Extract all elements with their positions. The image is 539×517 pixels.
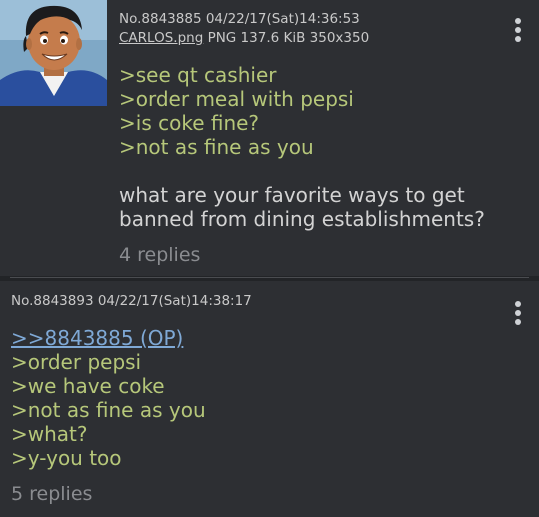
greentext-line: >not as fine as you — [11, 398, 206, 422]
post-header: No.8843885 04/22/17(Sat)14:36:53 — [119, 10, 360, 28]
post-datetime: 04/22/17(Sat)14:36:53 — [205, 11, 360, 27]
replies-count[interactable]: 5 replies — [11, 483, 92, 505]
greentext-line: >y-you too — [11, 446, 122, 470]
cartoon-avatar-image — [0, 0, 107, 106]
greentext-line: >we have coke — [11, 374, 165, 398]
overflow-menu-icon[interactable] — [510, 301, 526, 327]
post-comment: >>8843885 (OP) >order pepsi >we have cok… — [11, 326, 511, 470]
post-thumbnail[interactable] — [0, 0, 107, 106]
greentext-line: >is coke fine? — [119, 111, 260, 135]
quote-link[interactable]: >>8843885 (OP) — [11, 326, 511, 350]
greentext-line: >what? — [11, 422, 88, 446]
greentext-line: >see qt cashier — [119, 63, 277, 87]
post-datetime: 04/22/17(Sat)14:38:17 — [97, 293, 252, 309]
greentext-line: >order pepsi — [11, 350, 142, 374]
post-number[interactable]: No.8843893 — [11, 293, 94, 309]
replies-count[interactable]: 4 replies — [119, 244, 200, 266]
post-header: No.8843893 04/22/17(Sat)14:38:17 — [11, 292, 252, 310]
op-post: No.8843885 04/22/17(Sat)14:36:53 CARLOS.… — [0, 0, 539, 276]
post-number[interactable]: No.8843885 — [119, 11, 202, 27]
file-info-line: CARLOS.png PNG 137.6 KiB 350x350 — [119, 29, 369, 47]
post-divider — [10, 277, 529, 278]
file-info: PNG 137.6 KiB 350x350 — [207, 30, 370, 46]
greentext-line: >order meal with pepsi — [119, 87, 354, 111]
overflow-menu-icon[interactable] — [510, 18, 526, 44]
greentext-line: >not as fine as you — [119, 135, 314, 159]
post-comment: >see qt cashier >order meal with pepsi >… — [119, 63, 524, 231]
file-name-link[interactable]: CARLOS.png — [119, 30, 203, 46]
comment-text: what are your favorite ways to get banne… — [119, 183, 485, 231]
reply-post: No.8843893 04/22/17(Sat)14:38:17 >>88438… — [0, 281, 539, 517]
